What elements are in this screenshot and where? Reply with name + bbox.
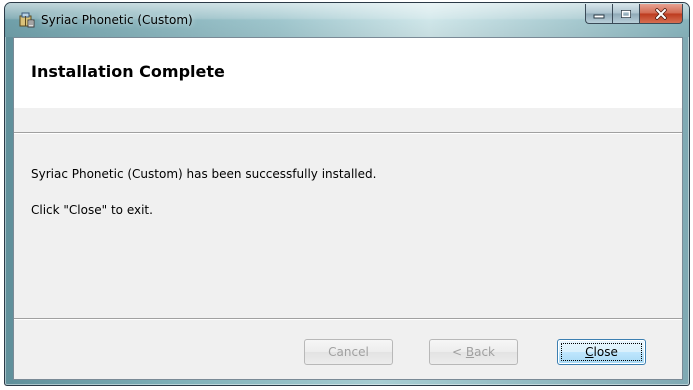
header-banner: Installation Complete: [14, 38, 682, 108]
cancel-button[interactable]: Cancel: [304, 339, 393, 365]
minimize-icon: [593, 14, 605, 18]
window-title: Syriac Phonetic (Custom): [41, 13, 193, 27]
back-button-mnemonic: B: [465, 345, 475, 359]
success-message: Syriac Phonetic (Custom) has been succes…: [31, 167, 377, 181]
caption-buttons: [585, 4, 683, 24]
header-divider: [14, 132, 682, 134]
close-button-label: Close: [585, 345, 618, 359]
back-button-label: < Back: [452, 345, 495, 359]
back-button-prefix: <: [451, 345, 466, 359]
close-button-rest: lose: [593, 345, 618, 359]
footer-divider: [14, 318, 682, 320]
title-bar[interactable]: Syriac Phonetic (Custom): [5, 3, 689, 37]
installer-package-icon: [19, 12, 35, 28]
dialog-client-area: Installation Complete Syriac Phonetic (C…: [13, 37, 683, 380]
maximize-button[interactable]: [612, 4, 639, 24]
maximize-icon: [621, 9, 631, 18]
back-button-rest: ack: [474, 345, 495, 359]
minimize-button[interactable]: [585, 4, 612, 24]
close-window-button[interactable]: [639, 4, 683, 24]
installer-window: Syriac Phonetic (Custom) Installation Co…: [4, 2, 690, 386]
close-button-mnemonic: C: [585, 345, 594, 359]
close-icon: [655, 7, 667, 20]
exit-instruction: Click "Close" to exit.: [31, 203, 153, 217]
close-button[interactable]: Close: [557, 339, 646, 365]
back-button[interactable]: < Back: [429, 339, 518, 365]
page-title: Installation Complete: [31, 62, 225, 81]
cancel-button-label: Cancel: [328, 345, 369, 359]
